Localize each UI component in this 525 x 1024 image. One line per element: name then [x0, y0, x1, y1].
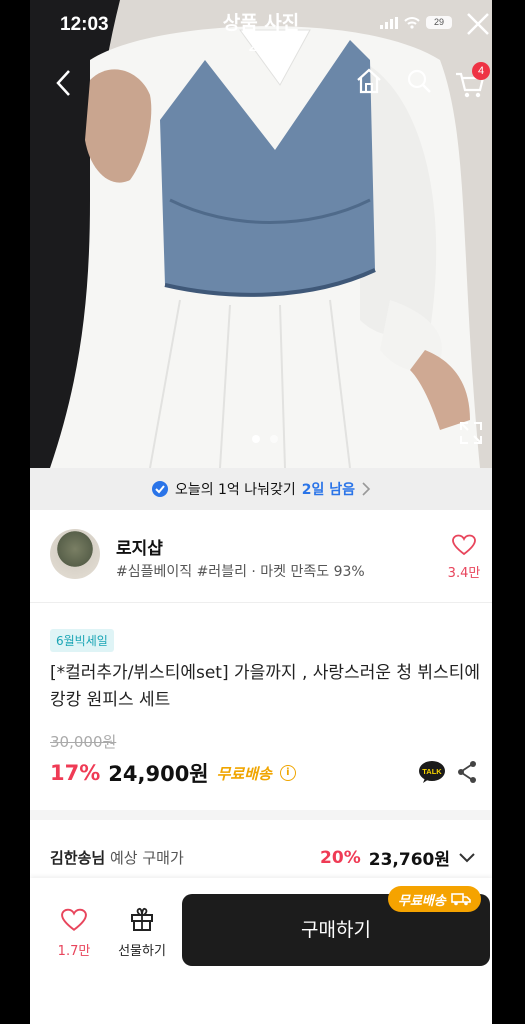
viewer-title: 상품 사진: [222, 12, 300, 34]
gift-label: 선물하기: [118, 944, 166, 959]
heart-icon: [61, 908, 87, 931]
expected-user: 김한송님: [50, 849, 106, 867]
close-icon[interactable]: [462, 8, 492, 40]
product-title: [*컬러추가/뷔스티에set] 가을까지 , 사랑스러운 청 뷔스티에 캉캉 원…: [50, 663, 480, 710]
expected-price-toggle[interactable]: 20% 23,760원: [320, 845, 476, 870]
pagination-dot-active: [252, 435, 260, 443]
shop-avatar[interactable]: [50, 529, 100, 579]
section-divider: [30, 810, 492, 820]
expected-price-label: 김한송님 예상 구매가: [50, 847, 184, 868]
sale-price: 24,900원: [108, 762, 209, 786]
shop-like-button[interactable]: 3.4만: [444, 534, 484, 581]
banner-text: 오늘의 1억 나눠갖기: [174, 482, 296, 498]
shop-name[interactable]: 로지샵: [116, 534, 163, 559]
search-icon[interactable]: [404, 66, 434, 96]
heart-icon: [452, 534, 476, 556]
expected-label: 예상 구매가: [109, 849, 184, 867]
gift-icon: [131, 907, 153, 931]
pagination-dot: [270, 435, 278, 443]
expand-icon[interactable]: [458, 420, 484, 446]
product-photo[interactable]: 12:03 29 상품 사진 2/4 4: [30, 0, 492, 468]
free-shipping-pill-label: 무료배송: [398, 893, 446, 909]
discount-rate: 17%: [50, 761, 101, 785]
expected-price: 23,760원: [368, 850, 450, 870]
bottom-action-bar: 1.7만 선물하기 구매하기 무료배송: [30, 878, 492, 1024]
event-banner[interactable]: 오늘의 1억 나눠갖기 2일 남음: [30, 468, 492, 510]
viewer-page-indicator: 2/4: [248, 36, 274, 55]
free-shipping-pill: 무료배송: [388, 886, 481, 912]
shop-like-count: 3.4만: [447, 566, 481, 581]
talk-icon[interactable]: TALK: [418, 760, 446, 784]
cart-count-badge: 4: [472, 62, 490, 80]
gift-button[interactable]: 선물하기: [112, 906, 172, 959]
chevron-right-icon: [362, 482, 371, 496]
price-row: 17% 24,900원 무료배송 i: [50, 758, 296, 788]
share-icon[interactable]: [456, 760, 478, 784]
original-price: 30,000원: [50, 733, 117, 751]
talk-label: TALK: [422, 767, 442, 776]
free-shipping-label: 무료배송: [216, 764, 272, 783]
expected-discount: 20%: [320, 847, 361, 868]
photo-pagination: [252, 435, 278, 443]
banner-remaining: 2일 남음: [301, 482, 356, 498]
verified-icon: [151, 481, 168, 497]
shop-row[interactable]: 로지샵 #심플베이직 #러블리 · 마켓 만족도 93% 3.4만: [30, 510, 492, 603]
truck-icon: [451, 893, 471, 906]
wish-button[interactable]: 1.7만: [50, 908, 98, 959]
product-screen: 12:03 29 상품 사진 2/4 4 오늘의 1억 나눠갖기 2일 남음 로…: [30, 0, 492, 1024]
sale-tag: 6월빅세일: [50, 629, 114, 652]
chevron-down-icon: [459, 852, 475, 862]
wish-count: 1.7만: [57, 944, 91, 959]
shop-meta: #심플베이직 #러블리 · 마켓 만족도 93%: [116, 564, 365, 580]
back-icon[interactable]: [52, 68, 76, 98]
info-icon[interactable]: i: [279, 765, 296, 781]
home-icon[interactable]: [354, 66, 384, 96]
